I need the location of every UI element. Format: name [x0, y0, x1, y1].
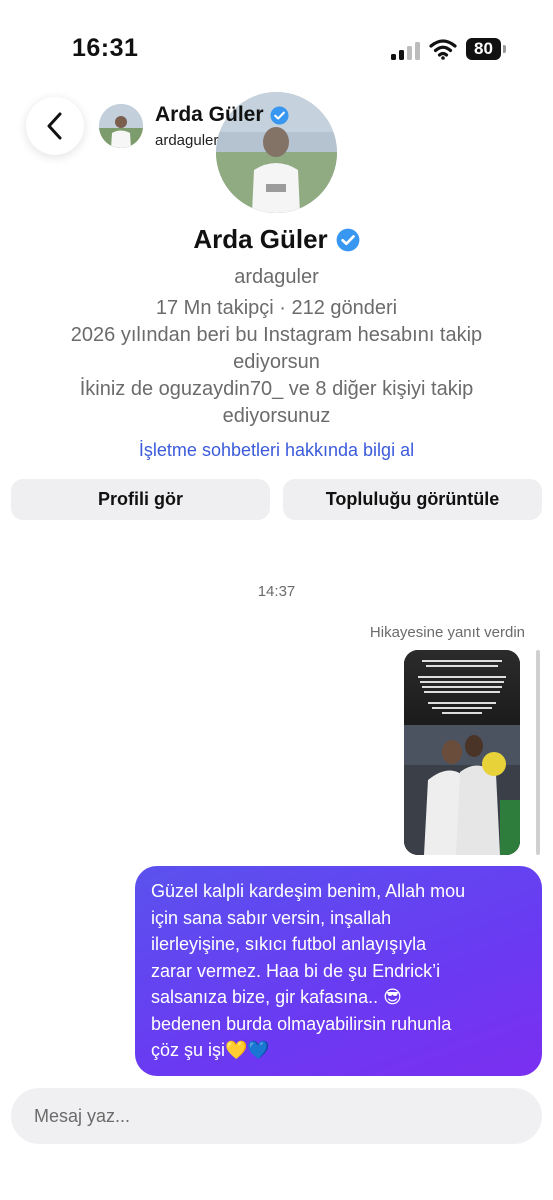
- profile-username: ardaguler: [234, 266, 319, 288]
- battery-icon: 80: [466, 38, 508, 60]
- signal-icon: [391, 40, 421, 60]
- profile-name-row: Arda Güler: [0, 224, 553, 255]
- mutual-line: İkiniz de oguzaydin70_ ve 8 diğer kişiyi…: [79, 378, 474, 400]
- chevron-left-icon: [47, 112, 62, 140]
- header-avatar[interactable]: [99, 104, 143, 148]
- profile-name: Arda Güler: [193, 224, 328, 254]
- following-since-line: 2026 yılından beri bu Instagram hesabını…: [70, 324, 483, 346]
- wifi-icon: [429, 38, 457, 60]
- mutual-followers-text: İkiniz de oguzaydin70_ ve 8 diğer kişiyi…: [0, 376, 553, 430]
- message-line: çöz şu işi💛💙: [151, 1040, 270, 1060]
- profile-stats: 17 Mn takipçi · 212 gönderi: [155, 297, 398, 319]
- message-line: ilerleyişine, sıkıcı futbol anlayışıyla: [151, 934, 427, 954]
- verified-badge-icon: [336, 228, 360, 251]
- message-line: zarar vermez. Haa bi de şu Endrick’i: [151, 960, 441, 981]
- header-title[interactable]: Arda Güler: [155, 103, 289, 127]
- header-name: Arda Güler: [155, 103, 264, 126]
- message-line: için sana sabır versin, inşallah: [151, 907, 392, 928]
- battery-level: 80: [466, 38, 501, 60]
- view-profile-button[interactable]: Profili gör: [11, 479, 270, 520]
- back-button[interactable]: [26, 97, 84, 155]
- following-since-line: ediyorsun: [233, 351, 320, 373]
- message-line: bedenen burda olmayabilirsin ruhunla: [151, 1013, 452, 1034]
- status-time: 16:31: [72, 34, 139, 62]
- mutual-line: ediyorsunuz: [222, 405, 331, 427]
- header-username: ardaguler: [155, 132, 219, 149]
- message-line: salsanıza bize, gir kafasına.. 😎: [151, 987, 402, 1007]
- story-reply-label: Hikayesine yanıt verdin: [369, 624, 525, 641]
- message-line: Güzel kalpli kardeşim benim, Allah mou: [151, 881, 466, 901]
- story-thumbnail[interactable]: [404, 650, 520, 855]
- message-timestamp: 14:37: [257, 583, 296, 600]
- message-input-placeholder: Mesaj yaz...: [34, 1105, 131, 1126]
- story-reply-indicator: [536, 650, 540, 855]
- following-since-text: 2026 yılından beri bu Instagram hesabını…: [0, 322, 553, 376]
- message-input[interactable]: Mesaj yaz...: [11, 1088, 542, 1144]
- verified-badge-icon: [270, 105, 289, 125]
- sent-message-bubble[interactable]: Güzel kalpli kardeşim benim, Allah mou i…: [135, 866, 542, 1076]
- business-chat-info-link[interactable]: İşletme sohbetleri hakkında bilgi al: [0, 440, 553, 461]
- view-community-button[interactable]: Topluluğu görüntüle: [283, 479, 542, 520]
